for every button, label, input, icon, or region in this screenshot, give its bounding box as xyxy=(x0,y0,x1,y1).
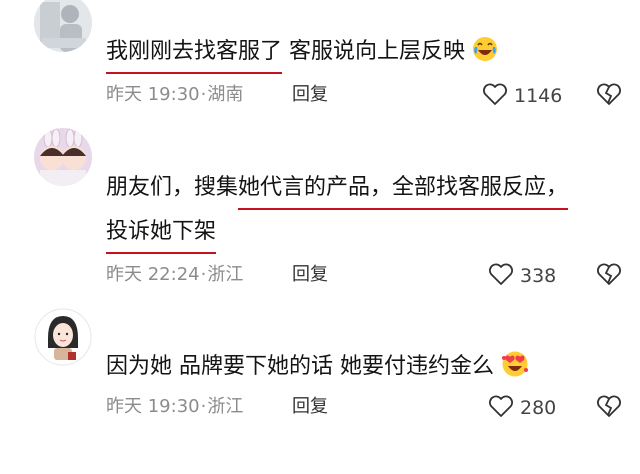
comment-time: 昨天 22:24 xyxy=(106,264,200,285)
avatar[interactable] xyxy=(34,308,92,366)
broken-heart-icon xyxy=(596,263,622,290)
comment-item: 因为她 品牌要下她的话 她要付违约金么 昨天 19:30·浙江 回复 280 xyxy=(0,300,640,474)
underlined-text: 我刚刚去找客服了 xyxy=(106,39,283,64)
broken-heart-icon xyxy=(596,395,622,422)
dislike-button[interactable] xyxy=(596,394,622,422)
comment-time: 昨天 19:30 xyxy=(106,396,200,417)
comment-item: 我刚刚去找客服了 客服说向上层反映 昨天 19:30·湖南 回复 1146 xyxy=(0,0,640,120)
comment-text: 我刚刚去找客服了 客服说向上层反映 xyxy=(106,36,498,68)
like-button[interactable]: 1146 xyxy=(482,82,562,110)
underlined-text: 她代言的产品，全部找客服反应， xyxy=(238,175,569,200)
comment-time: 昨天 19:30 xyxy=(106,84,200,105)
avatar[interactable] xyxy=(34,0,92,52)
heart-icon xyxy=(482,82,508,110)
comment-location: 浙江 xyxy=(207,264,244,285)
reply-button[interactable]: 回复 xyxy=(292,396,328,418)
like-count: 280 xyxy=(520,397,557,419)
comment-text-start: 朋友们，搜集 xyxy=(106,175,239,200)
crying-laughing-face-icon xyxy=(472,36,498,68)
comment-meta: 昨天 22:24·浙江 xyxy=(106,264,244,285)
heart-icon xyxy=(488,394,514,422)
comment-text: 朋友们，搜集她代言的产品，全部找客服反应， xyxy=(106,176,568,200)
dislike-button[interactable] xyxy=(596,82,622,110)
reply-button[interactable]: 回复 xyxy=(292,264,328,286)
like-button[interactable]: 338 xyxy=(488,262,556,290)
like-count: 338 xyxy=(520,265,557,287)
dislike-button[interactable] xyxy=(596,262,622,290)
comment-text-line: 因为她 品牌要下她的话 她要付违约金么 xyxy=(106,354,494,379)
comment-text: 投诉她下架 xyxy=(106,220,216,244)
comment-item: 朋友们，搜集她代言的产品，全部找客服反应， 投诉她下架 昨天 22:24·浙江 … xyxy=(0,120,640,300)
comment-meta: 昨天 19:30·湖南 xyxy=(106,84,244,105)
heart-icon xyxy=(488,262,514,290)
like-count: 1146 xyxy=(514,85,563,107)
comment-text: 因为她 品牌要下她的话 她要付违约金么 xyxy=(106,350,529,384)
underlined-text: 投诉她下架 xyxy=(106,219,217,244)
comment-meta: 昨天 19:30·浙江 xyxy=(106,396,244,417)
comment-location: 浙江 xyxy=(207,396,244,417)
heart-eyes-face-icon xyxy=(501,350,529,384)
broken-heart-icon xyxy=(596,83,622,110)
comment-location: 湖南 xyxy=(207,84,244,105)
comment-text-rest: 客服说向上层反映 xyxy=(282,39,466,64)
reply-button[interactable]: 回复 xyxy=(292,84,328,106)
like-button[interactable]: 280 xyxy=(488,394,556,422)
avatar[interactable] xyxy=(34,128,92,186)
